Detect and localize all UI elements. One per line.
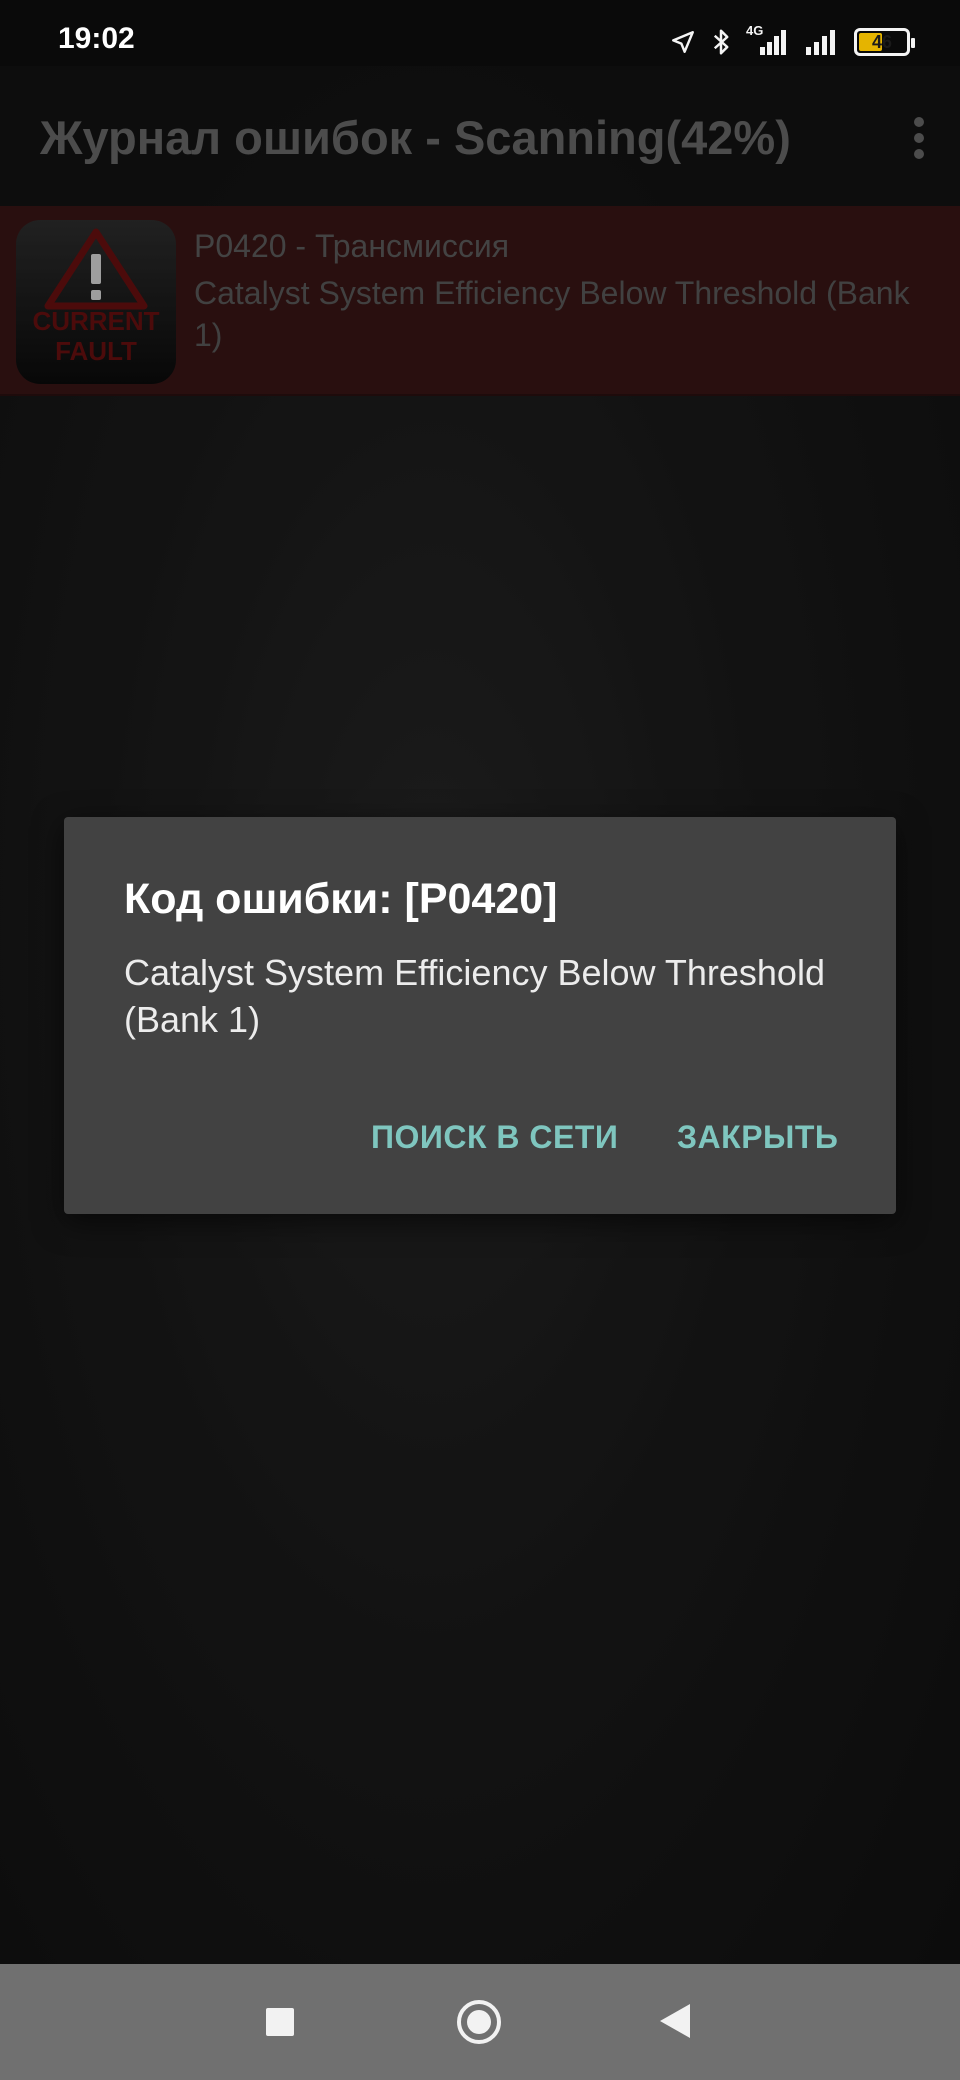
screen: 19:02 4G 46 Журнал ошибок - Scanning(42%… — [0, 0, 960, 2080]
status-time: 19:02 — [58, 22, 135, 55]
recent-apps-icon[interactable] — [266, 2008, 294, 2036]
signal-4g-icon: 4G — [746, 23, 790, 57]
battery-level: 46 — [871, 31, 893, 52]
back-icon[interactable] — [660, 2004, 690, 2038]
signal-icon — [806, 30, 835, 55]
location-arrow-icon — [672, 31, 694, 53]
bluetooth-icon — [713, 29, 729, 55]
close-button[interactable]: ЗАКРЫТЬ — [677, 1119, 838, 1156]
dialog-message: Catalyst System Efficiency Below Thresho… — [124, 952, 825, 1040]
navigation-bar — [0, 1964, 960, 2080]
search-online-button[interactable]: ПОИСК В СЕТИ — [371, 1119, 618, 1156]
status-icons: 4G 46 — [670, 23, 915, 60]
status-bar: 19:02 4G 46 — [0, 0, 960, 66]
home-icon[interactable] — [457, 2000, 501, 2044]
dialog-title: Код ошибки: [P0420] — [124, 875, 558, 923]
battery-icon: 46 — [854, 28, 915, 56]
fault-code-dialog: Код ошибки: [P0420] Catalyst System Effi… — [64, 817, 896, 1214]
